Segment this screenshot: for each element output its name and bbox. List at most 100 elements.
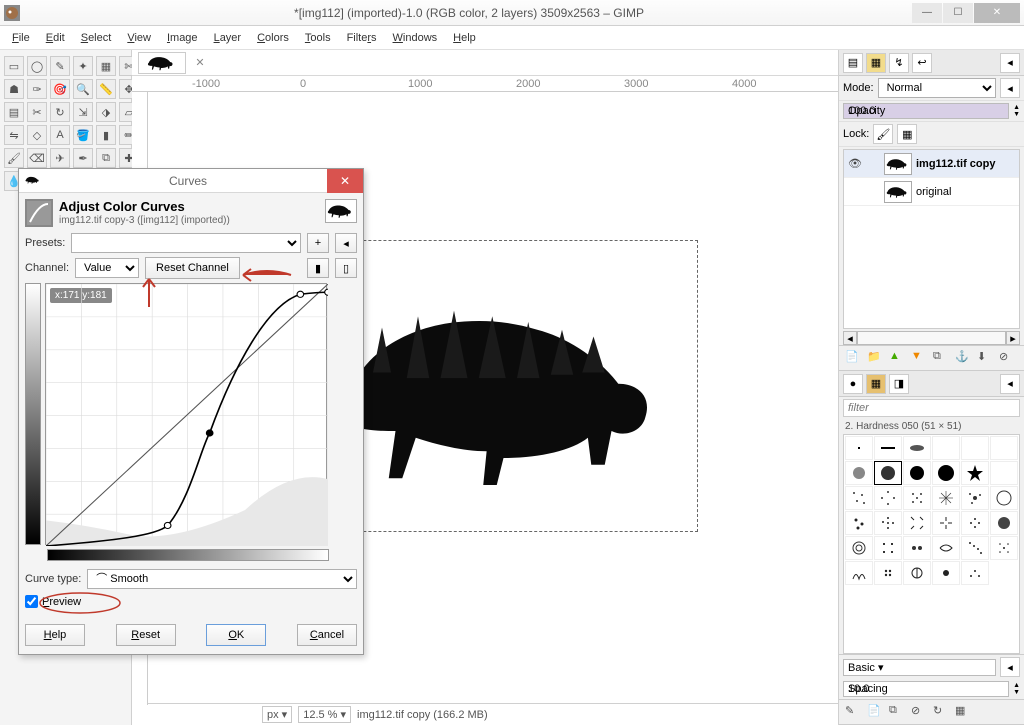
- duplicate-brush-icon[interactable]: ⧉: [889, 704, 905, 720]
- brush-item[interactable]: [874, 536, 902, 560]
- preview-checkbox[interactable]: [25, 595, 38, 608]
- spacing-up-icon[interactable]: ▲: [1013, 682, 1020, 689]
- new-layer-icon[interactable]: 📄: [845, 350, 861, 366]
- mode-select[interactable]: Normal: [878, 78, 996, 98]
- cancel-button[interactable]: Cancel: [297, 624, 357, 646]
- merge-layer-icon[interactable]: ⬇: [977, 350, 993, 366]
- brush-item[interactable]: [845, 536, 873, 560]
- menu-tools[interactable]: Tools: [299, 29, 337, 47]
- tool-free-select[interactable]: ✎: [50, 56, 70, 76]
- layer-up-icon[interactable]: ▲: [889, 350, 905, 366]
- brush-item[interactable]: [874, 486, 902, 510]
- tool-color-picker[interactable]: 🎯: [50, 79, 70, 99]
- image-tab-close-icon[interactable]: ✕: [192, 55, 208, 71]
- tool-color-select[interactable]: ▦: [96, 56, 116, 76]
- brush-item[interactable]: [932, 511, 960, 535]
- presets-select[interactable]: [71, 233, 301, 253]
- layer-thumbnail[interactable]: [884, 153, 912, 175]
- tool-eraser[interactable]: ⌫: [27, 148, 47, 168]
- scroll-right-icon[interactable]: ▸: [1006, 331, 1020, 345]
- tool-blend[interactable]: ▮: [96, 125, 116, 145]
- brush-tab-icon[interactable]: ●: [843, 374, 863, 394]
- tool-paths[interactable]: ✑: [27, 79, 47, 99]
- menu-select[interactable]: Select: [75, 29, 118, 47]
- brush-item[interactable]: [903, 461, 931, 485]
- brush-item[interactable]: [845, 511, 873, 535]
- preset-menu-icon[interactable]: ◂: [335, 233, 357, 253]
- brush-item[interactable]: [874, 561, 902, 585]
- brush-item[interactable]: [932, 436, 960, 460]
- brush-item[interactable]: [932, 561, 960, 585]
- edit-brush-icon[interactable]: ✎: [845, 704, 861, 720]
- history-tab-icon[interactable]: ↩: [912, 53, 932, 73]
- menu-colors[interactable]: Colors: [251, 29, 295, 47]
- panel-menu-icon-3[interactable]: ◂: [1000, 374, 1020, 394]
- tool-bucket[interactable]: 🪣: [73, 125, 93, 145]
- add-preset-icon[interactable]: +: [307, 233, 329, 253]
- tool-shear[interactable]: ⬗: [96, 102, 116, 122]
- brush-item[interactable]: [990, 486, 1018, 510]
- opacity-slider[interactable]: Opacity 100.0: [843, 103, 1009, 119]
- spacing-slider[interactable]: Spacing 10.0: [843, 681, 1009, 697]
- layer-item[interactable]: 👁 img112.tif copy: [844, 150, 1019, 178]
- brush-item[interactable]: [845, 436, 873, 460]
- tool-ink[interactable]: ✒: [73, 148, 93, 168]
- tool-text[interactable]: A: [50, 125, 70, 145]
- dialog-close-button[interactable]: ✕: [327, 169, 363, 193]
- brush-item[interactable]: [845, 486, 873, 510]
- brush-item[interactable]: [903, 486, 931, 510]
- brush-item[interactable]: [903, 436, 931, 460]
- lock-pixels-icon[interactable]: 🖌: [873, 124, 893, 144]
- brush-item[interactable]: [932, 461, 960, 485]
- zoom-select[interactable]: 12.5 % ▾: [298, 706, 351, 723]
- new-brush-icon[interactable]: 📄: [867, 704, 883, 720]
- brush-item[interactable]: [990, 461, 1018, 485]
- histogram-linear-icon[interactable]: ▮: [307, 258, 329, 278]
- help-button[interactable]: Help: [25, 624, 85, 646]
- tool-rect-select[interactable]: ▭: [4, 56, 24, 76]
- refresh-brush-icon[interactable]: ↻: [933, 704, 949, 720]
- layer-item[interactable]: 👁 original: [844, 178, 1019, 206]
- tool-align[interactable]: ▤: [4, 102, 24, 122]
- tool-scale[interactable]: ⇲: [73, 102, 93, 122]
- brush-item[interactable]: [932, 536, 960, 560]
- curve-canvas[interactable]: x:171 y:181: [45, 283, 327, 545]
- menu-image[interactable]: Image: [161, 29, 204, 47]
- brush-item[interactable]: [990, 511, 1018, 535]
- layer-group-icon[interactable]: 📁: [867, 350, 883, 366]
- curve-type-select[interactable]: ⌒ Smooth: [87, 569, 357, 589]
- pattern-tab-icon[interactable]: ▦: [866, 374, 886, 394]
- brush-item[interactable]: [932, 486, 960, 510]
- delete-brush-icon[interactable]: ⊘: [911, 704, 927, 720]
- brush-item[interactable]: [903, 511, 931, 535]
- reset-button[interactable]: Reset: [116, 624, 176, 646]
- histogram-log-icon[interactable]: ▯: [335, 258, 357, 278]
- brush-item[interactable]: [990, 536, 1018, 560]
- gradient-tab-icon[interactable]: ◨: [889, 374, 909, 394]
- anchor-layer-icon[interactable]: ⚓: [955, 350, 971, 366]
- menu-file[interactable]: File: [6, 29, 36, 47]
- ok-button[interactable]: OK: [206, 624, 266, 646]
- tool-paintbrush[interactable]: 🖌: [4, 148, 24, 168]
- preview-label[interactable]: Preview: [42, 596, 81, 608]
- tool-fuzzy-select[interactable]: ✦: [73, 56, 93, 76]
- brush-item-selected[interactable]: [874, 461, 902, 485]
- layer-name[interactable]: original: [916, 186, 951, 198]
- opacity-up-icon[interactable]: ▲: [1013, 104, 1020, 111]
- menu-help[interactable]: Help: [447, 29, 482, 47]
- scroll-left-icon[interactable]: ◂: [843, 331, 857, 345]
- menu-view[interactable]: View: [121, 29, 157, 47]
- tool-measure[interactable]: 📏: [96, 79, 116, 99]
- window-close-button[interactable]: ✕: [974, 3, 1020, 23]
- panel-menu-icon-4[interactable]: ◂: [1000, 657, 1020, 677]
- brush-item[interactable]: [903, 561, 931, 585]
- brush-item[interactable]: [874, 436, 902, 460]
- menu-edit[interactable]: Edit: [40, 29, 71, 47]
- delete-layer-icon[interactable]: ⊘: [999, 350, 1015, 366]
- reset-channel-button[interactable]: Reset Channel: [145, 257, 240, 279]
- tool-airbrush[interactable]: ✈: [50, 148, 70, 168]
- channels-tab-icon[interactable]: ▦: [866, 53, 886, 73]
- brush-item[interactable]: [961, 536, 989, 560]
- brush-item[interactable]: [961, 511, 989, 535]
- brush-preset-select[interactable]: Basic ▾: [843, 659, 996, 676]
